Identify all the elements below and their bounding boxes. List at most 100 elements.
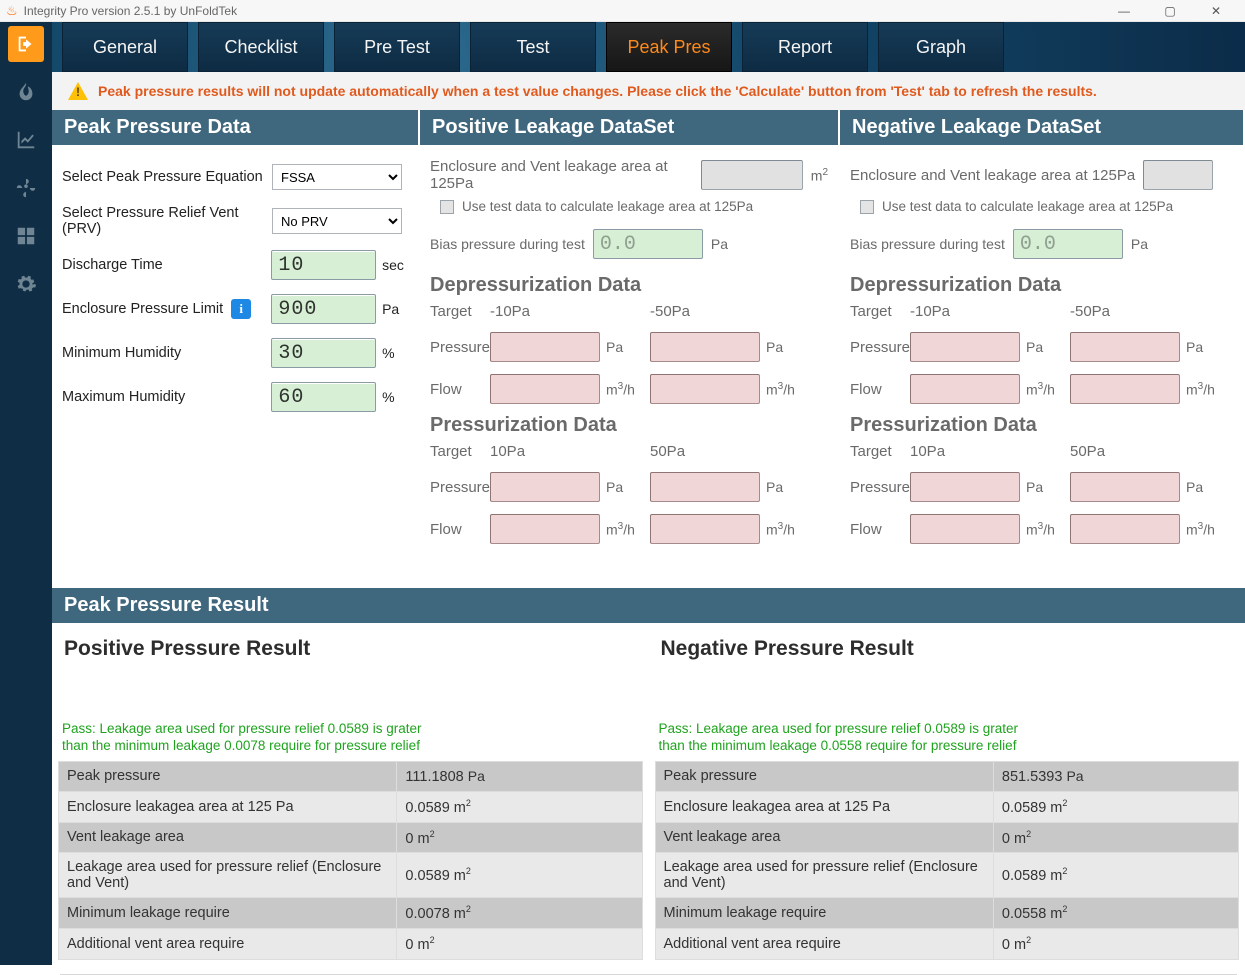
table-row: Vent leakage area0 m2 bbox=[655, 822, 1239, 853]
result-value: 0.0589 m2 bbox=[993, 791, 1238, 822]
neg-pass-msg: Pass: Leakage area used for pressure rel… bbox=[659, 721, 1039, 755]
tab-checklist[interactable]: Checklist bbox=[198, 22, 324, 72]
limit-input[interactable]: 900 bbox=[271, 294, 376, 324]
neg-enc-input[interactable] bbox=[1143, 160, 1213, 190]
neg-dep-p1[interactable] bbox=[910, 332, 1020, 362]
pos-dep-p2[interactable] bbox=[650, 332, 760, 362]
rail-dashboard[interactable] bbox=[8, 218, 44, 254]
pos-pres-title: Pressurization Data bbox=[430, 414, 828, 437]
neg-dep-p2[interactable] bbox=[1070, 332, 1180, 362]
result-label: Minimum leakage require bbox=[655, 898, 993, 929]
rail-logout[interactable] bbox=[8, 26, 44, 62]
result-value: 0 m2 bbox=[993, 822, 1238, 853]
neg-pres-p1[interactable] bbox=[910, 472, 1020, 502]
rail-fan[interactable] bbox=[8, 170, 44, 206]
neg-enc-label: Enclosure and Vent leakage area at 125Pa bbox=[850, 167, 1135, 184]
pos-pres-f2[interactable] bbox=[650, 514, 760, 544]
pos-enc-unit: m2 bbox=[811, 167, 828, 184]
neg-pres-p2[interactable] bbox=[1070, 472, 1180, 502]
result-value: 0.0078 m2 bbox=[397, 898, 642, 929]
discharge-label: Discharge Time bbox=[62, 257, 271, 273]
result-value: 0.0589 m2 bbox=[397, 791, 642, 822]
maximize-button[interactable]: ▢ bbox=[1147, 1, 1193, 21]
titlebar: ♨ Integrity Pro version 2.5.1 by UnFoldT… bbox=[0, 0, 1245, 22]
neg-pres-f1[interactable] bbox=[910, 514, 1020, 544]
tab-graph[interactable]: Graph bbox=[878, 22, 1004, 72]
pos-pres-p1[interactable] bbox=[490, 472, 600, 502]
minimize-button[interactable]: — bbox=[1101, 1, 1147, 21]
result-label: Minimum leakage require bbox=[59, 898, 397, 929]
tab-peakpres[interactable]: Peak Pres bbox=[606, 22, 732, 72]
pos-dep-f2[interactable] bbox=[650, 374, 760, 404]
row-flow: Flow bbox=[430, 381, 490, 398]
result-value: 0 m2 bbox=[993, 929, 1238, 960]
pos-enc-input[interactable] bbox=[701, 160, 803, 190]
pos-bias-input[interactable]: 0.0 bbox=[593, 229, 703, 259]
info-icon[interactable]: i bbox=[231, 299, 251, 319]
neg-result-title: Negative Pressure Result bbox=[661, 637, 1240, 661]
pos-dep-title: Depressurization Data bbox=[430, 274, 828, 297]
minhum-input[interactable]: 30 bbox=[271, 338, 376, 368]
neg-bias-unit: Pa bbox=[1131, 236, 1148, 252]
pos-pres-p2[interactable] bbox=[650, 472, 760, 502]
result-value: 0 m2 bbox=[397, 822, 642, 853]
pos-bias-label: Bias pressure during test bbox=[430, 236, 585, 252]
result-label: Peak pressure bbox=[655, 761, 993, 791]
pos-result-table: Peak pressure111.1808 PaEnclosure leakag… bbox=[58, 761, 643, 960]
minhum-unit: % bbox=[376, 345, 408, 361]
result-value: 0 m2 bbox=[397, 929, 642, 960]
table-row: Leakage area used for pressure relief (E… bbox=[59, 853, 643, 898]
table-row: Minimum leakage require0.0558 m2 bbox=[655, 898, 1239, 929]
gear-icon bbox=[15, 273, 37, 295]
warning-text: Peak pressure results will not update au… bbox=[98, 83, 1097, 99]
table-row: Enclosure leakagea area at 125 Pa0.0589 … bbox=[655, 791, 1239, 822]
pos-pass-msg: Pass: Leakage area used for pressure rel… bbox=[62, 721, 442, 755]
table-row: Additional vent area require0 m2 bbox=[655, 929, 1239, 960]
table-row: Additional vent area require0 m2 bbox=[59, 929, 643, 960]
result-label: Vent leakage area bbox=[59, 822, 397, 853]
close-button[interactable]: ✕ bbox=[1193, 1, 1239, 21]
neg-usetest-checkbox[interactable] bbox=[860, 200, 874, 214]
maxhum-input[interactable]: 60 bbox=[271, 382, 376, 412]
discharge-input[interactable]: 10 bbox=[271, 250, 376, 280]
row-pressure: Pressure bbox=[430, 339, 490, 356]
rail-chart[interactable] bbox=[8, 122, 44, 158]
ppd-header: Peak Pressure Data bbox=[52, 110, 418, 145]
neg-dep-t2: -50Pa bbox=[1070, 303, 1240, 320]
neg-dep-title: Depressurization Data bbox=[850, 274, 1233, 297]
pos-dep-f1[interactable] bbox=[490, 374, 600, 404]
dashboard-icon bbox=[15, 225, 37, 247]
result-value: 0.0589 m2 bbox=[993, 853, 1238, 898]
tab-pretest[interactable]: Pre Test bbox=[334, 22, 460, 72]
neg-result-table: Peak pressure851.5393 PaEnclosure leakag… bbox=[655, 761, 1240, 960]
result-label: Peak pressure bbox=[59, 761, 397, 791]
result-label: Additional vent area require bbox=[655, 929, 993, 960]
neg-pres-title: Pressurization Data bbox=[850, 414, 1233, 437]
tab-report[interactable]: Report bbox=[742, 22, 868, 72]
tab-test[interactable]: Test bbox=[470, 22, 596, 72]
prv-select[interactable]: No PRV bbox=[272, 208, 402, 234]
neg-dep-f1[interactable] bbox=[910, 374, 1020, 404]
result-label: Enclosure leakagea area at 125 Pa bbox=[59, 791, 397, 822]
equation-label: Select Peak Pressure Equation bbox=[62, 169, 272, 185]
prv-label: Select Pressure Relief Vent (PRV) bbox=[62, 205, 272, 237]
maxhum-unit: % bbox=[376, 389, 408, 405]
equation-select[interactable]: FSSA bbox=[272, 164, 402, 190]
neg-dep-f2[interactable] bbox=[1070, 374, 1180, 404]
result-label: Enclosure leakagea area at 125 Pa bbox=[655, 791, 993, 822]
tab-general[interactable]: General bbox=[62, 22, 188, 72]
pos-usetest-checkbox[interactable] bbox=[440, 200, 454, 214]
table-row: Leakage area used for pressure relief (E… bbox=[655, 853, 1239, 898]
pos-dep-p1[interactable] bbox=[490, 332, 600, 362]
discharge-unit: sec bbox=[376, 257, 408, 273]
neg-dep-t1: -10Pa bbox=[910, 303, 1070, 320]
neg-pres-f2[interactable] bbox=[1070, 514, 1180, 544]
rail-settings[interactable] bbox=[8, 266, 44, 302]
results-header: Peak Pressure Result bbox=[52, 588, 1245, 623]
pos-pres-f1[interactable] bbox=[490, 514, 600, 544]
table-row: Peak pressure851.5393 Pa bbox=[655, 761, 1239, 791]
main-tabs: General Checklist Pre Test Test Peak Pre… bbox=[52, 22, 1245, 72]
neg-bias-input[interactable]: 0.0 bbox=[1013, 229, 1123, 259]
neg-pres-t2: 50Pa bbox=[1070, 443, 1240, 460]
rail-flame[interactable] bbox=[8, 74, 44, 110]
